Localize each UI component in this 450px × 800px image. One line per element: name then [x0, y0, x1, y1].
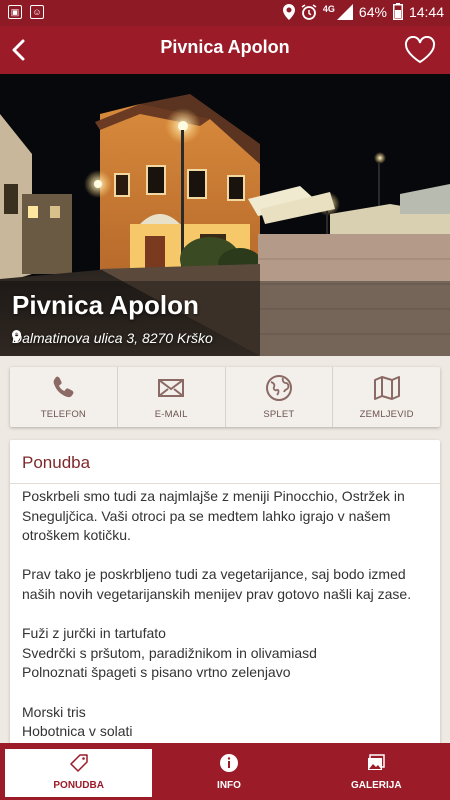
app-notification-icon: ☺	[30, 5, 44, 19]
offer-line: Morski tris	[22, 703, 86, 720]
battery-icon	[392, 3, 403, 20]
gallery-icon	[368, 754, 386, 770]
tab-info-label: INFO	[217, 780, 241, 791]
offer-paragraph: Prav tako je poskrbljeno tudi za vegetar…	[22, 566, 412, 602]
offer-paragraph: Poskrbeli smo tudi za najmlajše z meniji…	[22, 488, 405, 544]
email-label: E-MAIL	[154, 409, 188, 420]
address-text: Dalmatinova ulica 3, 8270 Krško	[12, 330, 213, 346]
phone-icon	[54, 376, 74, 398]
tab-ponudba-label: PONUDBA	[53, 780, 104, 791]
tab-galerija-label: GALERIJA	[351, 780, 402, 791]
map-pin-icon	[12, 330, 21, 343]
info-icon	[219, 754, 238, 772]
image-notification-icon: ▣	[8, 5, 22, 19]
map-icon	[373, 376, 400, 400]
heart-outline-icon	[404, 35, 436, 64]
tab-info[interactable]: INFO	[155, 743, 302, 800]
back-button[interactable]	[6, 36, 34, 64]
favorite-button[interactable]	[404, 35, 436, 64]
restaurant-address: Dalmatinova ulica 3, 8270 Krško	[12, 330, 213, 346]
bottom-nav: PONUDBA INFO GALERIJA	[0, 743, 450, 800]
page-title: Pivnica Apolon	[160, 37, 290, 57]
clock: 14:44	[408, 3, 444, 20]
tab-galerija[interactable]: GALERIJA	[303, 743, 450, 800]
app-bar: Pivnica Apolon	[0, 26, 450, 74]
offer-body: Poskrbeli smo tudi za najmlajše z meniji…	[22, 487, 428, 742]
tag-icon	[69, 754, 88, 772]
email-button[interactable]: E-MAIL	[118, 367, 226, 427]
map-button[interactable]: ZEMLJEVID	[333, 367, 440, 427]
phone-label: TELEFON	[40, 409, 86, 420]
alarm-icon	[301, 3, 317, 20]
globe-icon	[265, 375, 292, 401]
battery-percent: 64%	[358, 3, 387, 20]
contact-actions: TELEFON E-MAIL SPLET ZEMLJEVID	[10, 367, 440, 427]
web-button[interactable]: SPLET	[226, 367, 334, 427]
status-bar: ▣ ☺ 4G 64% 14:44	[0, 0, 450, 26]
web-label: SPLET	[263, 409, 295, 420]
offer-line: Polnoznati špageti s pisano vrtno zelenj…	[22, 664, 291, 681]
envelope-icon	[158, 379, 185, 397]
network-type: 4G	[322, 3, 335, 14]
offer-line: Fuži z jurčki in tartufato	[22, 625, 166, 642]
hero-image: Pivnica Apolon Dalmatinova ulica 3, 8270…	[0, 74, 450, 356]
location-icon	[282, 3, 295, 20]
offer-line: Hobotnica v solati	[22, 723, 133, 740]
phone-button[interactable]: TELEFON	[10, 367, 118, 427]
offer-line: Svedrčki s pršutom, paradižnikom in oliv…	[22, 644, 317, 661]
map-label: ZEMLJEVID	[359, 409, 414, 420]
signal-icon	[336, 3, 353, 20]
chevron-left-icon	[12, 39, 25, 61]
divider	[10, 483, 440, 484]
restaurant-name: Pivnica Apolon	[12, 290, 199, 320]
tab-ponudba[interactable]: PONUDBA	[5, 749, 153, 797]
offer-title: Ponudba	[22, 453, 91, 472]
